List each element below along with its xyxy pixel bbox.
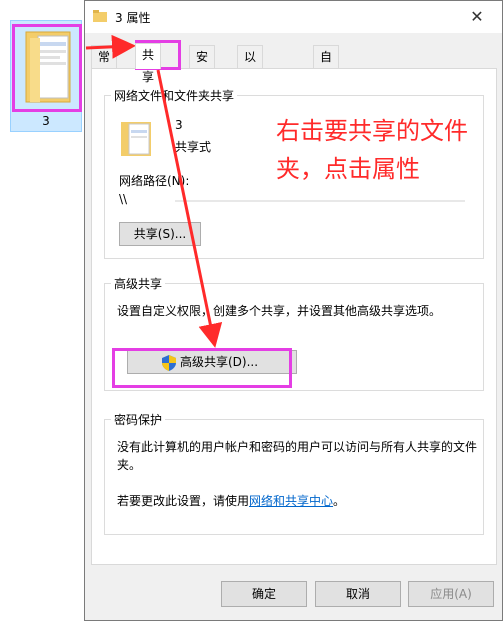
tab-sharing[interactable]: 共享 [135,43,162,84]
dialog-title: 3 属性 [115,11,151,25]
cancel-button[interactable]: 取消 [315,581,401,607]
tab-security[interactable]: 安全 [189,45,216,86]
title-bar: 3 属性 ✕ [85,1,502,33]
tab-customize[interactable]: 自定义 [313,45,340,108]
advanced-button-highlight [112,348,292,388]
network-path-label: 网络路径(N): [119,174,190,188]
network-path-value[interactable]: \\ [119,192,127,206]
shared-item-status: 共享式 [175,140,212,154]
password-description: 没有此计算机的用户帐户和密码的用户可以访问与所有人共享的文件夹。 [117,440,478,472]
apply-button[interactable]: 应用(A) [408,581,494,607]
desktop-folder-highlight [12,24,82,112]
tab-general[interactable]: 常规 [91,45,118,86]
group-title: 网络文件和文件夹共享 [111,87,238,104]
properties-dialog: 3 属性 ✕ 常规 共享 安全 以前的版本 自定义 网络文件和文件夹共享 3 共… [84,0,503,621]
tab-previous-versions[interactable]: 以前的版本 [237,45,264,152]
network-sharing-center-link[interactable]: 网络和共享中心 [249,494,333,508]
password-change-line: 若要更改此设置，请使用网络和共享中心。 [117,492,477,509]
ok-button[interactable]: 确定 [221,581,307,607]
close-button[interactable]: ✕ [462,5,492,29]
folder-icon [93,10,107,22]
change-prefix: 若要更改此设置，请使用 [117,494,250,508]
tutorial-annotation: 右击要共享的文件夹，点击属性 [276,117,468,183]
desktop-folder-label: 3 [42,114,50,128]
folder-icon [121,122,151,156]
path-redaction-blur [175,200,465,202]
share-button[interactable]: 共享(S)... [119,222,201,246]
change-suffix: 。 [333,494,346,508]
group-title: 高级共享 [111,275,166,292]
password-protection-group: 密码保护 没有此计算机的用户帐户和密码的用户可以访问与所有人共享的文件夹。 若要… [104,411,484,535]
shared-item-name: 3 [175,118,183,132]
advanced-sharing-description: 设置自定义权限，创建多个共享，并设置其他高级共享选项。 [117,304,442,318]
group-title: 密码保护 [111,411,166,428]
